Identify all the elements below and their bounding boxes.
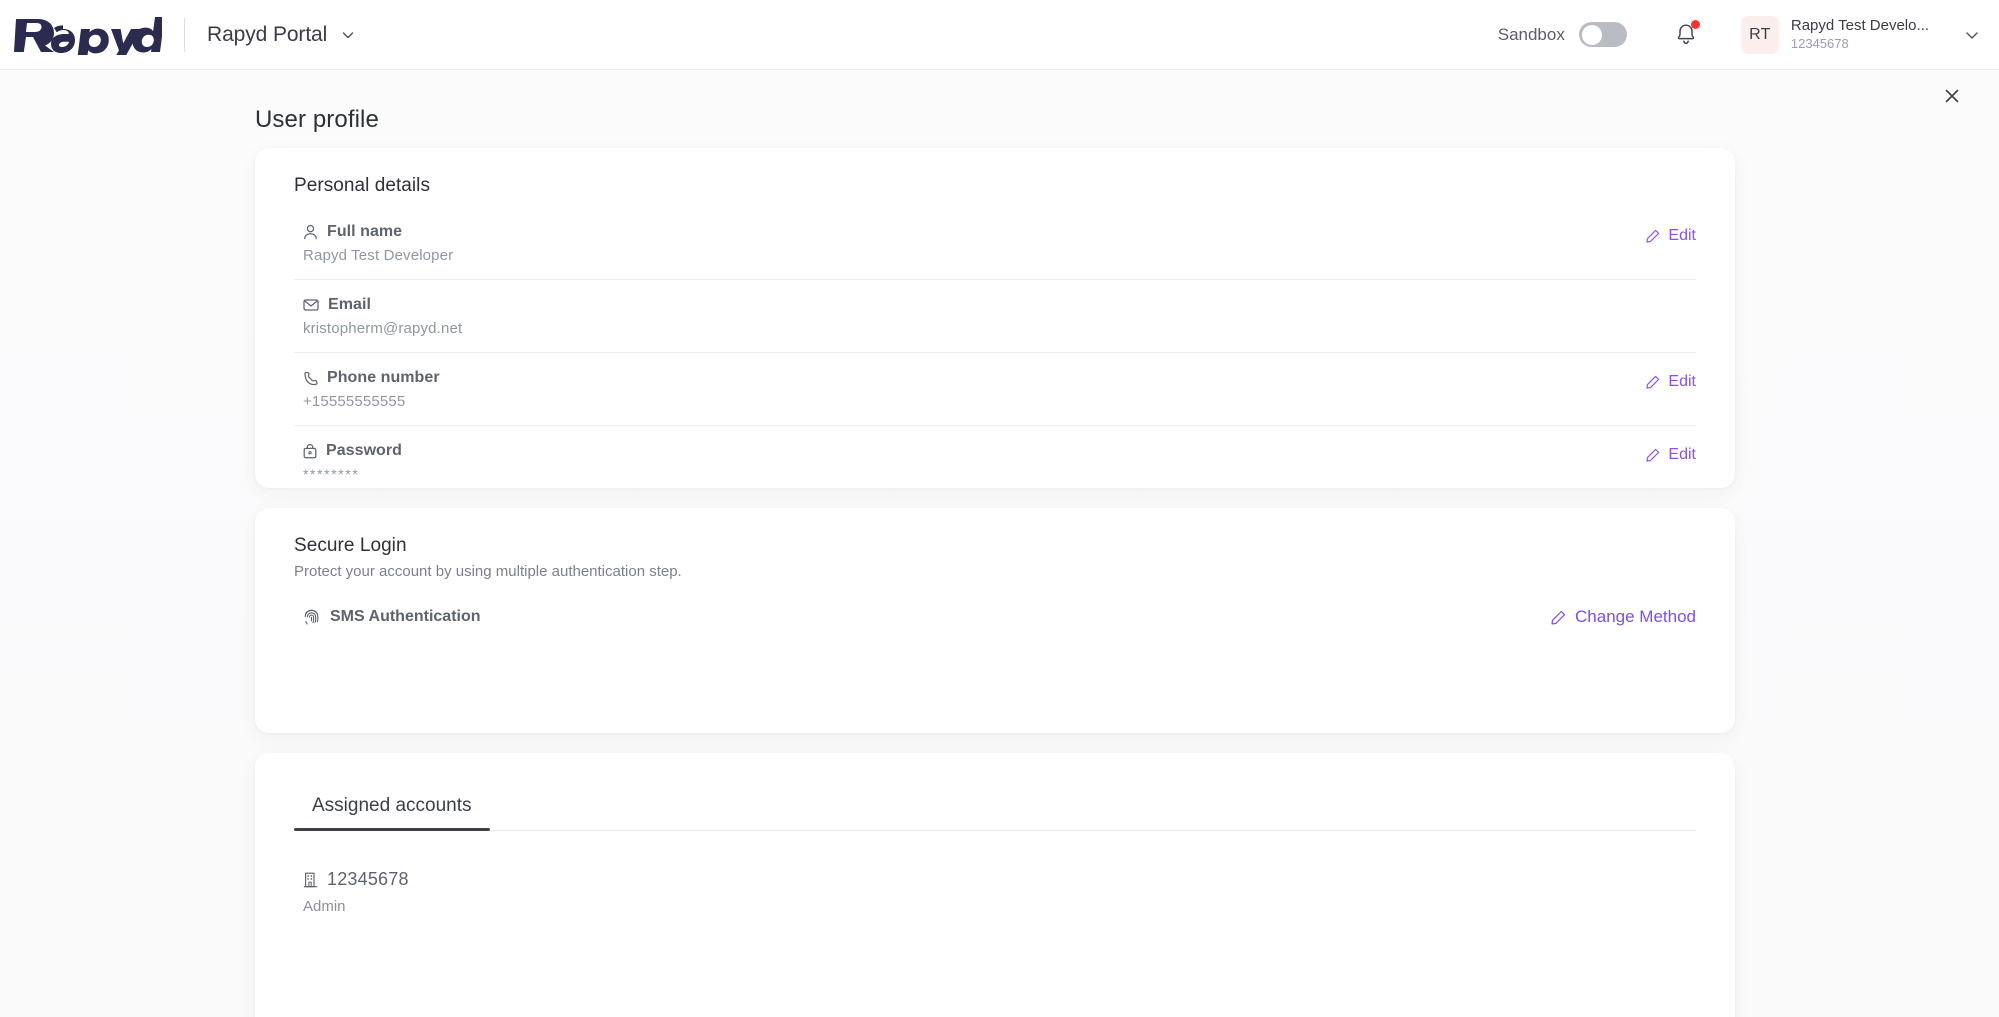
notification-badge-dot bbox=[1690, 19, 1700, 29]
detail-row: Email kristopherm@rapyd.net bbox=[294, 280, 1696, 353]
account-menu-button[interactable]: RT Rapyd Test Develo... 12345678 bbox=[1740, 15, 1981, 54]
tab-assigned-accounts[interactable]: Assigned accounts bbox=[294, 785, 490, 831]
edit-label: Edit bbox=[1668, 373, 1696, 390]
portal-switcher[interactable]: Rapyd Portal bbox=[207, 23, 356, 47]
edit-label: Edit bbox=[1668, 446, 1696, 463]
change-method-button[interactable]: Change Method bbox=[1551, 607, 1696, 627]
personal-details-title: Personal details bbox=[294, 175, 430, 196]
detail-row-content: Phone number +15555555555 bbox=[294, 369, 440, 410]
user-icon bbox=[303, 224, 318, 240]
header-divider bbox=[184, 17, 185, 52]
account-id-label: 12345678 bbox=[1790, 35, 1849, 51]
detail-row: Phone number +15555555555 Edit bbox=[294, 353, 1696, 426]
edit-phone-button[interactable]: Edit bbox=[1646, 369, 1696, 391]
detail-label: Email bbox=[328, 296, 371, 313]
detail-row-content: Password ******** bbox=[294, 442, 402, 482]
detail-value: kristopherm@rapyd.net bbox=[303, 320, 463, 337]
secure-login-method-row: SMS Authentication Change Method bbox=[294, 580, 1696, 627]
detail-row-label-group: Phone number bbox=[303, 369, 440, 387]
secure-login-subtitle: Protect your account by using multiple a… bbox=[294, 563, 682, 580]
notifications-button[interactable] bbox=[1669, 18, 1703, 52]
header-right-cluster: Sandbox RT Rapyd Test Develo... 12345678 bbox=[1498, 15, 1999, 54]
change-method-label: Change Method bbox=[1575, 607, 1696, 626]
building-icon bbox=[303, 872, 318, 888]
account-name-label: Rapyd Test Develo... bbox=[1790, 17, 1929, 34]
detail-row: Password ******** Edit bbox=[294, 426, 1696, 497]
page-title: User profile bbox=[255, 106, 379, 133]
detail-row: Full name Rapyd Test Developer Edit bbox=[294, 207, 1696, 280]
phone-icon bbox=[303, 371, 318, 386]
rapyd-logo[interactable] bbox=[14, 14, 162, 56]
pencil-icon bbox=[1646, 229, 1660, 243]
secure-method-label: SMS Authentication bbox=[330, 608, 481, 625]
detail-row-label-group: Email bbox=[303, 296, 462, 314]
assigned-accounts-card: Assigned accounts 12345678 Admin bbox=[255, 753, 1735, 1017]
detail-value: ******** bbox=[303, 466, 360, 482]
secure-method-label-group: SMS Authentication bbox=[294, 608, 481, 626]
sandbox-toggle-group[interactable]: Sandbox bbox=[1498, 22, 1627, 47]
detail-row-content: Full name Rapyd Test Developer bbox=[294, 223, 453, 264]
account-info: Rapyd Test Develo... 12345678 bbox=[1791, 17, 1929, 52]
detail-row-label-group: Password bbox=[303, 442, 402, 460]
edit-full-name-button[interactable]: Edit bbox=[1646, 223, 1696, 245]
personal-details-card: Personal details Full name Rapyd Test De… bbox=[255, 148, 1735, 488]
detail-row-content: Email kristopherm@rapyd.net bbox=[294, 296, 462, 337]
detail-label: Full name bbox=[327, 223, 403, 240]
detail-row-label-group: Full name bbox=[303, 223, 453, 241]
assigned-accounts-tabs: Assigned accounts bbox=[294, 753, 1696, 831]
avatar: RT bbox=[1740, 15, 1779, 54]
account-item-id: 12345678 bbox=[327, 869, 409, 889]
tab-label: Assigned accounts bbox=[312, 795, 472, 816]
account-item-role: Admin bbox=[303, 898, 346, 915]
sandbox-toggle[interactable] bbox=[1578, 22, 1627, 47]
pencil-icon bbox=[1646, 448, 1660, 462]
envelope-icon bbox=[303, 298, 319, 312]
detail-label: Phone number bbox=[327, 369, 440, 386]
portal-name-label: Rapyd Portal bbox=[207, 22, 328, 46]
pencil-icon bbox=[1646, 375, 1660, 389]
close-button[interactable] bbox=[1935, 79, 1969, 113]
pencil-icon bbox=[1551, 610, 1566, 625]
account-item-id-group: 12345678 bbox=[303, 869, 1735, 890]
secure-login-title: Secure Login bbox=[294, 535, 407, 556]
top-header-bar: Rapyd Portal Sandbox RT Rapyd Test Devel… bbox=[0, 0, 1999, 70]
fingerprint-icon bbox=[303, 609, 320, 626]
detail-label: Password bbox=[326, 442, 402, 459]
sandbox-label: Sandbox bbox=[1497, 24, 1565, 44]
edit-label: Edit bbox=[1668, 227, 1696, 244]
edit-password-button[interactable]: Edit bbox=[1646, 442, 1696, 464]
personal-details-rows: Full name Rapyd Test Developer Edit Emai… bbox=[255, 207, 1735, 497]
user-profile-page: User profile Personal details Full name bbox=[0, 70, 1999, 1017]
chevron-down-icon bbox=[340, 27, 356, 43]
detail-value: +15555555555 bbox=[303, 393, 406, 410]
sandbox-toggle-knob bbox=[1581, 24, 1602, 45]
lock-icon bbox=[303, 443, 317, 459]
chevron-down-icon bbox=[1963, 26, 1981, 44]
detail-value: Rapyd Test Developer bbox=[303, 247, 454, 264]
list-item[interactable]: 12345678 Admin bbox=[255, 831, 1735, 915]
secure-login-card: Secure Login Protect your account by usi… bbox=[255, 508, 1735, 733]
